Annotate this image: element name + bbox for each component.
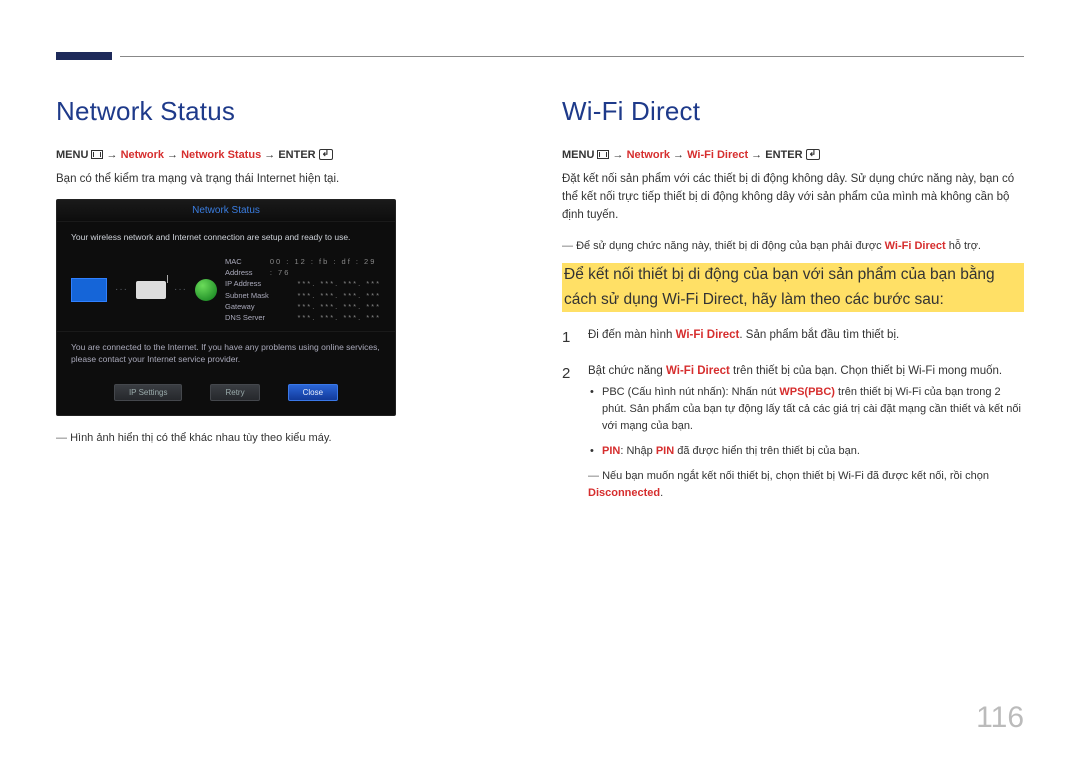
menu-seg-network: Network <box>627 149 670 161</box>
screenshot-status-line: Your wireless network and Internet conne… <box>57 222 395 248</box>
network-info-block: MAC Address 00 : 12 : fb : df : 29 : 76 I… <box>225 256 381 324</box>
subnet-label: Subnet Mask <box>225 290 269 301</box>
network-status-screenshot: Network Status Your wireless network and… <box>56 199 396 416</box>
connection-dots: ··· <box>115 284 128 295</box>
connection-dots: ··· <box>174 284 187 295</box>
mac-value: 00 : 12 : fb : df : 29 : 76 <box>270 256 381 279</box>
globe-icon <box>195 279 217 301</box>
left-column: Network Status MENU → Network → Network … <box>56 96 518 514</box>
gw-label: Gateway <box>225 301 255 312</box>
menu-seg-network-status: Network Status <box>181 149 261 161</box>
bullet-pbc: PBC (Cấu hình nút nhấn): Nhấn nút WPS(PB… <box>588 384 1024 435</box>
step-number: 1 <box>562 326 576 350</box>
step-2: 2 Bật chức năng Wi-Fi Direct trên thiết … <box>562 362 1024 503</box>
right-column: Wi-Fi Direct MENU → Network → Wi-Fi Dire… <box>562 96 1024 514</box>
left-body-text: Bạn có thể kiểm tra mạng và trạng thái I… <box>56 171 518 189</box>
sub-bullet-list: PBC (Cấu hình nút nhấn): Nhấn nút WPS(PB… <box>588 384 1024 460</box>
enter-icon <box>806 149 820 160</box>
right-body-text: Đặt kết nối sản phẩm với các thiết bị di… <box>562 171 1024 224</box>
menu-icon <box>597 150 609 159</box>
two-column-layout: Network Status MENU → Network → Network … <box>56 0 1024 514</box>
menu-seg-wifi-direct: Wi-Fi Direct <box>687 149 748 161</box>
step-1: 1 Đi đến màn hình Wi-Fi Direct. Sản phẩm… <box>562 326 1024 350</box>
pin-term: PIN <box>656 445 674 457</box>
menu-path-network-status: MENU → Network → Network Status → ENTER <box>56 147 518 161</box>
disconnect-note: Nếu bạn muốn ngắt kết nối thiết bị, chọn… <box>588 468 1024 502</box>
wps-pbc-term: WPS(PBC) <box>779 386 835 398</box>
menu-icon <box>91 150 103 159</box>
router-icon <box>136 281 166 299</box>
ip-label: IP Address <box>225 278 261 289</box>
screenshot-footer-text: You are connected to the Internet. If yo… <box>57 331 395 374</box>
tv-icon <box>71 278 107 302</box>
dns-label: DNS Server <box>225 312 265 323</box>
subnet-value: ***. ***. ***. *** <box>297 290 381 301</box>
ip-settings-button[interactable]: IP Settings <box>114 384 183 401</box>
pin-term: PIN <box>602 445 620 457</box>
menu-seg-network: Network <box>121 149 164 161</box>
screenshot-diagram: ··· ··· MAC Address 00 : 12 : fb : df : 2… <box>57 248 395 332</box>
left-footnote: Hình ảnh hiển thị có thể khác nhau tùy t… <box>56 430 518 447</box>
header-rule <box>120 56 1024 57</box>
wifi-direct-term: Wi-Fi Direct <box>666 365 730 377</box>
right-note-1: Để sử dụng chức năng này, thiết bị di độ… <box>562 238 1024 255</box>
disconnected-term: Disconnected <box>588 487 660 499</box>
bullet-pin: PIN: Nhập PIN đã được hiển thị trên thiế… <box>588 443 1024 460</box>
menu-enter-label: ENTER <box>765 149 802 161</box>
gw-value: ***. ***. ***. *** <box>297 301 381 312</box>
mac-label: MAC Address <box>225 256 264 279</box>
screenshot-title: Network Status <box>57 200 395 222</box>
highlighted-instruction: Để kết nối thiết bị di động của bạn với … <box>562 263 1024 311</box>
page-number: 116 <box>976 701 1024 735</box>
section-heading-network-status: Network Status <box>56 96 518 127</box>
wifi-direct-term: Wi-Fi Direct <box>885 240 946 252</box>
section-heading-wifi-direct: Wi-Fi Direct <box>562 96 1024 127</box>
header-accent-bar <box>56 52 112 60</box>
menu-enter-label: ENTER <box>278 149 315 161</box>
screenshot-buttons: IP Settings Retry Close <box>57 374 395 415</box>
menu-label: MENU <box>56 149 88 161</box>
step-list: 1 Đi đến màn hình Wi-Fi Direct. Sản phẩm… <box>562 326 1024 503</box>
menu-label: MENU <box>562 149 594 161</box>
step-number: 2 <box>562 362 576 503</box>
retry-button[interactable]: Retry <box>210 384 259 401</box>
close-button[interactable]: Close <box>288 384 338 401</box>
ip-value: ***. ***. ***. *** <box>297 278 381 289</box>
enter-icon <box>319 149 333 160</box>
wifi-direct-term: Wi-Fi Direct <box>676 329 740 341</box>
dns-value: ***. ***. ***. *** <box>297 312 381 323</box>
menu-path-wifi-direct: MENU → Network → Wi-Fi Direct → ENTER <box>562 147 1024 161</box>
